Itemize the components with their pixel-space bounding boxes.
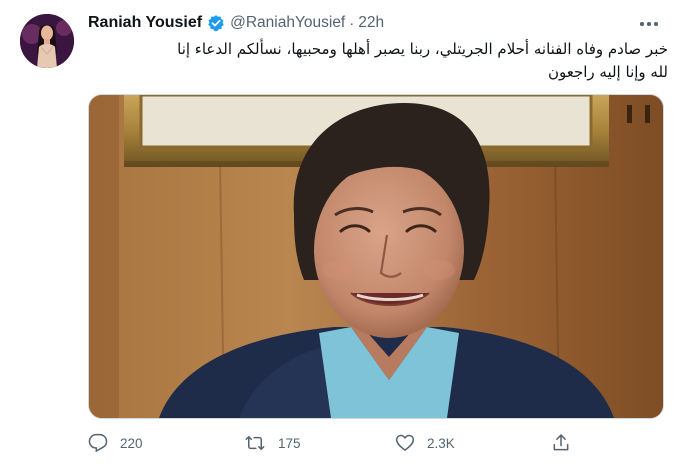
tweet-photo[interactable] (88, 94, 664, 419)
share-icon (551, 433, 571, 453)
tweet-text: خبر صادم وفاه الفنانه أحلام الجريتلي، رب… (88, 38, 668, 84)
tweet-text-line: خبر صادم وفاه الفنانه أحلام الجريتلي، رب… (177, 40, 668, 58)
separator-dot: · (349, 14, 355, 32)
reply-button[interactable]: 220 (88, 430, 143, 456)
tweet-text-line: لله وإنا إليه راجعون (547, 63, 668, 81)
avatar[interactable] (20, 14, 74, 68)
like-count: 2.3K (427, 435, 455, 451)
heart-icon (395, 433, 415, 453)
reply-count: 220 (120, 435, 143, 451)
more-options-icon[interactable] (638, 14, 660, 34)
retweet-button[interactable]: 175 (244, 430, 301, 456)
user-handle[interactable]: @RaniahYousief (230, 14, 345, 32)
reply-icon (88, 433, 108, 453)
tweet-actions: 220 175 2.3K (88, 430, 588, 456)
display-name[interactable]: Raniah Yousief (88, 14, 202, 32)
share-button[interactable] (551, 430, 571, 456)
timestamp[interactable]: 22h (358, 14, 384, 32)
retweet-icon (244, 433, 266, 453)
verified-badge-icon (207, 14, 225, 32)
retweet-count: 175 (278, 435, 301, 451)
like-button[interactable]: 2.3K (395, 430, 455, 456)
tweet-header: Raniah Yousief @RaniahYousief · 22h (88, 13, 384, 33)
tweet-card[interactable]: Raniah Yousief @RaniahYousief · 22h خبر … (0, 0, 700, 472)
